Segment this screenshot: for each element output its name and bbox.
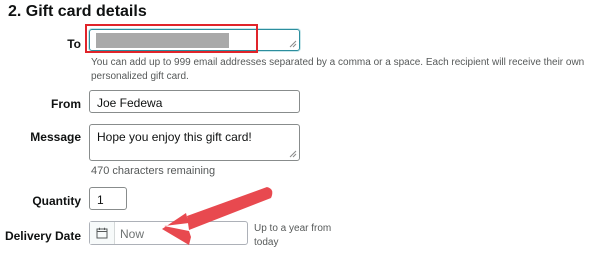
resize-grip-icon <box>289 150 297 158</box>
quantity-input[interactable]: 1 <box>89 187 127 210</box>
message-value: Hope you enjoy this gift card! <box>97 130 252 144</box>
resize-grip-icon <box>289 40 297 48</box>
delivery-date-label: Delivery Date <box>4 229 81 243</box>
section-title: 2. Gift card details <box>8 3 147 20</box>
message-textarea[interactable]: Hope you enjoy this gift card! <box>89 124 300 161</box>
quantity-value: 1 <box>97 193 104 207</box>
to-helper-text: You can add up to 999 email addresses se… <box>91 57 585 82</box>
delivery-date-placeholder: Now <box>120 227 145 241</box>
to-highlight-box <box>85 24 258 53</box>
message-label: Message <box>30 130 81 144</box>
message-characters-remaining: 470 characters remaining <box>91 165 216 177</box>
calendar-icon <box>96 227 108 239</box>
annotation-arrow <box>162 187 273 245</box>
from-label: From <box>51 97 81 111</box>
from-value: Joe Fedewa <box>97 96 163 110</box>
quantity-label: Quantity <box>32 194 81 208</box>
from-input[interactable]: Joe Fedewa <box>89 90 300 113</box>
calendar-button[interactable] <box>90 222 115 244</box>
to-label: To <box>67 37 81 51</box>
